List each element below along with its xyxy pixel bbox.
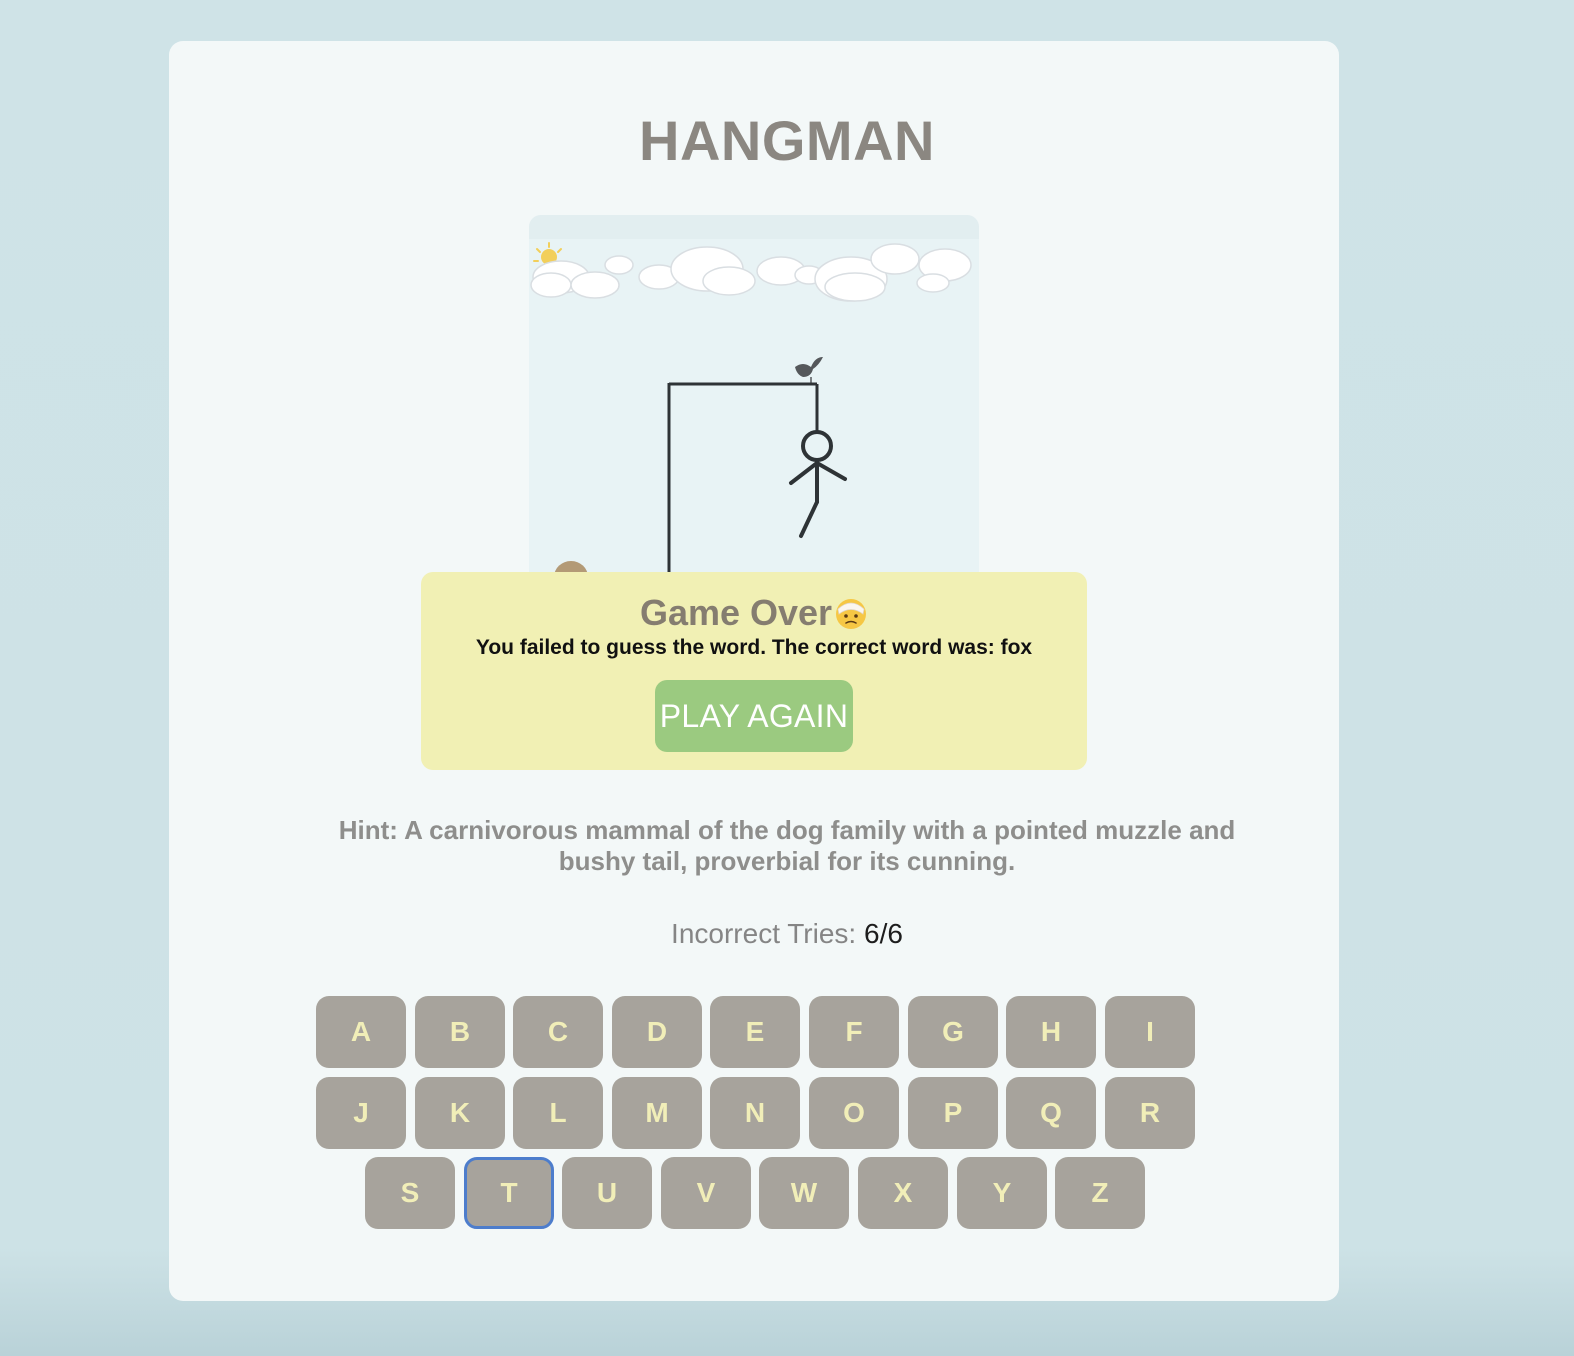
game-over-title: Game Over xyxy=(639,592,833,633)
key-o[interactable]: O xyxy=(809,1077,899,1149)
key-t[interactable]: T xyxy=(464,1157,554,1229)
incorrect-tries-label: Incorrect Tries: xyxy=(671,918,857,949)
key-d[interactable]: D xyxy=(612,996,702,1068)
key-m[interactable]: M xyxy=(612,1077,702,1149)
bird-icon xyxy=(795,357,823,383)
key-x[interactable]: X xyxy=(858,1157,948,1229)
game-title: HANGMAN xyxy=(639,109,935,172)
incorrect-tries: Incorrect Tries: 6/6 xyxy=(0,918,1574,950)
key-s[interactable]: S xyxy=(365,1157,455,1229)
key-q[interactable]: Q xyxy=(1006,1077,1096,1149)
key-b[interactable]: B xyxy=(415,996,505,1068)
key-k[interactable]: K xyxy=(415,1077,505,1149)
figure-head xyxy=(801,430,833,462)
key-r[interactable]: R xyxy=(1105,1077,1195,1149)
play-again-button[interactable]: PLAY AGAIN xyxy=(655,680,853,752)
figure-right-arm xyxy=(815,461,847,481)
hangman-scene xyxy=(529,215,979,575)
game-over-dialog: Game Over You failed to guess the word. … xyxy=(421,572,1087,770)
incorrect-tries-value: 6/6 xyxy=(864,918,903,949)
key-a[interactable]: A xyxy=(316,996,406,1068)
key-y[interactable]: Y xyxy=(957,1157,1047,1229)
key-n[interactable]: N xyxy=(710,1077,800,1149)
figure-left-leg xyxy=(799,500,819,538)
game-over-heading: Game Over xyxy=(421,592,1087,634)
key-e[interactable]: E xyxy=(710,996,800,1068)
key-g[interactable]: G xyxy=(908,996,998,1068)
key-c[interactable]: C xyxy=(513,996,603,1068)
key-u[interactable]: U xyxy=(562,1157,652,1229)
key-j[interactable]: J xyxy=(316,1077,406,1149)
game-over-message: You failed to guess the word. The correc… xyxy=(475,636,1033,659)
hint-text: Hint: A carnivorous mammal of the dog fa… xyxy=(338,815,1236,876)
key-i[interactable]: I xyxy=(1105,996,1195,1068)
key-z[interactable]: Z xyxy=(1055,1157,1145,1229)
stick-figure xyxy=(789,430,847,538)
key-l[interactable]: L xyxy=(513,1077,603,1149)
cloud-icon xyxy=(530,243,972,302)
key-f[interactable]: F xyxy=(809,996,899,1068)
hangman-drawing xyxy=(530,242,972,575)
figure-left-arm xyxy=(789,461,819,485)
key-h[interactable]: H xyxy=(1006,996,1096,1068)
key-w[interactable]: W xyxy=(759,1157,849,1229)
face-with-head-bandage-icon xyxy=(836,599,867,629)
key-p[interactable]: P xyxy=(908,1077,998,1149)
key-v[interactable]: V xyxy=(661,1157,751,1229)
